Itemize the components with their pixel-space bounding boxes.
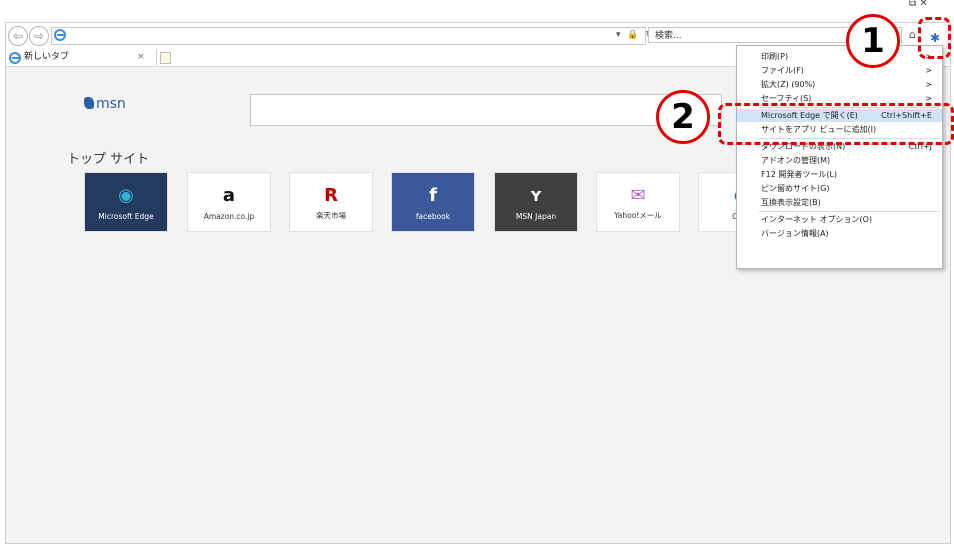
msn-logo[interactable]: msn [84,96,126,112]
top-site-icon: ✉ [630,185,646,206]
top-site-icon: f [429,185,437,206]
top-site-label: facebook [415,212,451,221]
menu-item-label: インターネット オプション(O) [761,215,873,224]
home-icon[interactable]: ⌂ [909,28,916,41]
menu-item-shortcut: > [925,66,932,75]
forward-button[interactable]: ⇨ [29,26,49,46]
menu-item[interactable]: F12 開発者ツール(L) [737,168,942,181]
tab-new-tab[interactable]: 新しいタブ × [6,49,157,66]
top-sites-heading: トップ サイト [67,152,150,167]
top-site-label: 楽天市場 [316,211,346,220]
annotation-step-2: 2 [656,90,710,144]
menu-item-label: F12 開発者ツール(L) [761,170,838,179]
top-site-tile[interactable]: ◉ Microsoft Edge [84,172,168,232]
menu-item[interactable]: アドオンの管理(M) [737,154,942,167]
msn-logo-text: msn [96,96,126,112]
new-tab-button[interactable] [160,52,171,64]
msn-search-input[interactable] [250,94,722,126]
menu-item[interactable]: 互換表示設定(B) [737,196,942,209]
annotation-box-1 [918,17,951,59]
top-site-icon: ʏ [529,185,543,206]
menu-item-label: 印刷(P) [761,52,789,61]
top-site-tile[interactable]: ʏ MSN Japan [494,172,578,232]
menu-item[interactable]: インターネット オプション(O) [737,213,942,226]
menu-item-label: ファイル(F) [761,66,804,75]
menu-item-label: ピン留めサイト(G) [761,184,830,193]
top-site-tile[interactable]: R 楽天市場 [289,172,373,232]
tools-menu: 印刷(P) > ファイル(F) > 拡大(Z) (90%) > セーフティ(S) > Micro… [736,45,943,269]
menu-item[interactable]: ピン留めサイト(G) [737,182,942,195]
top-site-tile[interactable]: ✉ Yahoo!メール [596,172,680,232]
tab-close-icon[interactable]: × [137,49,145,66]
top-site-label: Microsoft Edge [98,212,154,221]
menu-item-label: アドオンの管理(M) [761,156,831,165]
top-site-label: Yahoo!メール [614,211,662,220]
window-controls-icon[interactable]: ⧉ ✕ [909,0,928,9]
menu-item-label: 拡大(Z) (90%) [761,80,816,89]
ie-tab-icon [9,52,21,64]
menu-item[interactable]: バージョン情報(A) [737,227,942,240]
address-bar[interactable] [51,27,646,45]
menu-item[interactable]: 印刷(P) > [737,50,942,63]
menu-item-label: バージョン情報(A) [761,229,829,238]
menu-separator [759,211,939,212]
back-button[interactable]: ⇦ [8,26,28,46]
ie-icon [54,29,66,41]
menu-item[interactable]: 拡大(Z) (90%) > [737,78,942,91]
menu-item[interactable]: ファイル(F) > [737,64,942,77]
top-site-icon: ◉ [118,185,134,206]
top-site-tile[interactable]: f facebook [391,172,475,232]
menu-item-label: 互換表示設定(B) [761,198,821,207]
annotation-step-1: 1 [846,14,900,68]
menu-item-shortcut: > [925,80,932,89]
top-site-icon: R [324,185,338,206]
annotation-box-2 [718,103,954,145]
top-site-label: Amazon.co.jp [203,212,255,221]
top-site-icon: a [222,185,236,206]
top-site-tile[interactable]: a Amazon.co.jp [187,172,271,232]
tab-label: 新しいタブ [24,52,70,62]
top-site-label: MSN Japan [515,212,557,221]
msn-butterfly-icon [84,97,94,109]
